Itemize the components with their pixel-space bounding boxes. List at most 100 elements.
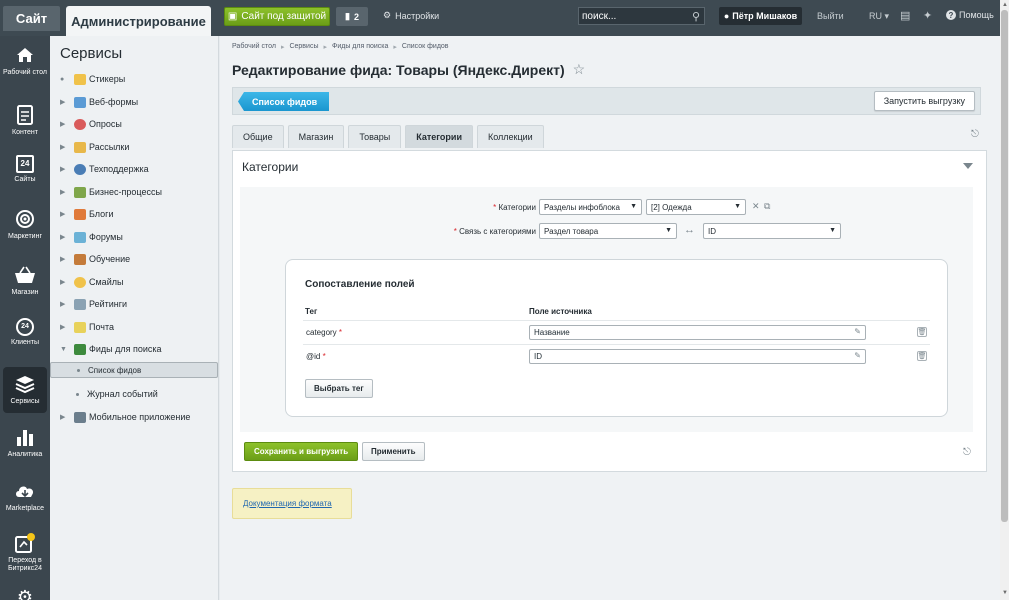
feed-list-button[interactable]: Список фидов bbox=[238, 92, 330, 111]
save-and-export-button[interactable]: Сохранить и выгрузить bbox=[244, 442, 359, 461]
settings-link[interactable]: ⚙ Настройки bbox=[383, 10, 439, 21]
rail-item-desktop[interactable]: Рабочий стол bbox=[0, 44, 50, 77]
categories-value-select[interactable]: [2] Одежда ▼ bbox=[646, 199, 746, 215]
categories-source-value: Разделы инфоблока bbox=[544, 202, 620, 212]
categories-source-select[interactable]: Разделы инфоблока ▼ bbox=[539, 199, 642, 215]
link-source-select[interactable]: Раздел товара ▼ bbox=[539, 223, 677, 239]
apply-button[interactable]: Применить bbox=[362, 442, 425, 461]
scroll-thumb[interactable] bbox=[1001, 10, 1008, 522]
admin-tab[interactable]: Администрирование bbox=[66, 6, 211, 36]
breadcrumb-item[interactable]: Сервисы bbox=[289, 43, 318, 51]
sidebar-item-support[interactable]: ▶ Техподдержка bbox=[50, 159, 218, 179]
collapse-icon[interactable] bbox=[963, 163, 973, 169]
main-content: Рабочий стол ▸ Сервисы ▸ Фиды для поиска… bbox=[220, 36, 1000, 600]
tab-general[interactable]: Общие bbox=[232, 125, 284, 148]
site-protected-button[interactable]: ▣ Сайт под защитой bbox=[224, 7, 330, 26]
user-button[interactable]: ● Пётр Мишаков bbox=[719, 7, 802, 25]
breadcrumb-item[interactable]: Фиды для поиска bbox=[332, 43, 388, 51]
sidebar-item-mailings[interactable]: ▶ Рассылки bbox=[50, 137, 218, 157]
bitrix24-icon bbox=[14, 532, 36, 554]
tab-products[interactable]: Товары bbox=[348, 125, 402, 148]
rail-item-services[interactable]: Сервисы bbox=[3, 367, 47, 413]
breadcrumb-item[interactable]: Список фидов bbox=[402, 43, 449, 51]
expand-arrow-icon[interactable]: ▶ bbox=[60, 278, 74, 286]
sidebar-item-forums[interactable]: ▶ Форумы bbox=[50, 227, 218, 247]
rail-item-bitrix24[interactable]: Переход в Битрикс24 bbox=[0, 532, 50, 573]
rail-item-settings[interactable]: ⚙ bbox=[0, 586, 50, 600]
source-field-input[interactable]: Название ✎ bbox=[529, 325, 866, 340]
sidebar-item-label: Список фидов bbox=[88, 365, 142, 375]
sidebar-item-smiles[interactable]: ▶ Смайлы bbox=[50, 272, 218, 292]
clear-icon[interactable]: ✕ bbox=[752, 201, 760, 212]
help-link[interactable]: ? Помощь bbox=[946, 10, 994, 20]
breadcrumb-item[interactable]: Рабочий стол bbox=[232, 43, 276, 51]
rail-item-content[interactable]: Контент bbox=[0, 104, 50, 137]
pin-icon[interactable]: ⎋ bbox=[971, 129, 979, 140]
star-icon[interactable]: ☆ bbox=[573, 61, 586, 78]
sidebar-item-stickers[interactable]: ● Стикеры bbox=[50, 69, 218, 89]
scroll-down-icon[interactable]: ▼ bbox=[1002, 590, 1008, 596]
expand-arrow-icon[interactable]: ▶ bbox=[60, 143, 74, 151]
search-input[interactable]: поиск... ⚲ bbox=[578, 7, 705, 25]
sidebar-item-ratings[interactable]: ▶ Рейтинги bbox=[50, 294, 218, 314]
search-placeholder: поиск... bbox=[582, 10, 617, 22]
expand-arrow-icon[interactable]: ● bbox=[60, 76, 74, 83]
sidebar-item-webforms[interactable]: ▶ Веб-формы bbox=[50, 92, 218, 112]
expand-arrow-icon[interactable]: ▶ bbox=[60, 188, 74, 196]
expand-arrow-icon[interactable]: ▶ bbox=[60, 300, 74, 308]
notifications-button[interactable]: ▮ 2 bbox=[336, 7, 368, 26]
rail-item-analytics[interactable]: Аналитика bbox=[0, 426, 50, 459]
source-field-input[interactable]: ID ✎ bbox=[529, 349, 866, 364]
delete-icon[interactable]: 🗑 bbox=[917, 351, 927, 361]
sidebar-item-mobile-app[interactable]: ▶ Мобильное приложение bbox=[50, 407, 218, 427]
breadcrumb-separator-icon: ▸ bbox=[393, 44, 397, 51]
window-icon[interactable]: ▤ bbox=[900, 9, 910, 22]
rail-label: Контент bbox=[12, 129, 38, 136]
shield-icon: ▣ bbox=[227, 11, 238, 22]
language-label: RU bbox=[869, 11, 882, 21]
expand-arrow-icon[interactable]: ▶ bbox=[60, 98, 74, 106]
vertical-scrollbar[interactable]: ▲ ▼ bbox=[1000, 0, 1009, 600]
pin-icon[interactable]: ✦ bbox=[923, 9, 932, 22]
sidebar-item-search-feeds[interactable]: ▼ Фиды для поиска bbox=[50, 339, 218, 359]
run-export-button[interactable]: Запустить выгрузку bbox=[873, 91, 975, 111]
choose-tag-button[interactable]: Выбрать тег bbox=[305, 379, 373, 398]
document-icon bbox=[14, 104, 36, 126]
rail-item-marketing[interactable]: Маркетинг bbox=[0, 208, 50, 241]
language-switch[interactable]: RU ▾ bbox=[869, 11, 889, 22]
copy-icon[interactable]: ⧉ bbox=[764, 201, 770, 212]
expand-arrow-icon[interactable]: ▶ bbox=[60, 210, 74, 218]
tab-shop[interactable]: Магазин bbox=[287, 125, 345, 148]
format-docs-link[interactable]: Документация формата bbox=[243, 499, 332, 508]
tab-collections[interactable]: Коллекции bbox=[477, 125, 544, 148]
tab-categories[interactable]: Категории bbox=[405, 125, 473, 148]
expand-arrow-icon[interactable]: ▶ bbox=[60, 323, 74, 331]
rail-item-clients[interactable]: 24 Клиенты bbox=[0, 318, 50, 347]
link-value-select[interactable]: ID ▼ bbox=[703, 223, 841, 239]
expand-arrow-icon[interactable]: ▶ bbox=[60, 255, 74, 263]
sidebar-item-bizproc[interactable]: ▶ Бизнес-процессы bbox=[50, 182, 218, 202]
sidebar-item-event-log[interactable]: Журнал событий bbox=[50, 384, 218, 404]
rail-item-shop[interactable]: Магазин bbox=[0, 264, 50, 297]
expand-arrow-icon[interactable]: ▶ bbox=[60, 165, 74, 173]
expand-arrow-icon[interactable]: ▶ bbox=[60, 120, 74, 128]
site-tab[interactable]: Сайт bbox=[3, 6, 60, 31]
link-arrows-icon: ↔ bbox=[684, 224, 695, 236]
expand-arrow-icon[interactable]: ▶ bbox=[60, 233, 74, 241]
expand-arrow-icon[interactable]: ▶ bbox=[60, 413, 74, 421]
collapse-arrow-icon[interactable]: ▼ bbox=[60, 346, 74, 353]
scroll-up-icon[interactable]: ▲ bbox=[1002, 2, 1008, 8]
sidebar-item-mail[interactable]: ▶ Почта bbox=[50, 317, 218, 337]
delete-icon[interactable]: 🗑 bbox=[917, 327, 927, 337]
sidebar-item-blogs[interactable]: ▶ Блоги bbox=[50, 204, 218, 224]
pin-icon[interactable]: ⎋ bbox=[963, 447, 971, 458]
search-icon[interactable]: ⚲ bbox=[692, 10, 700, 23]
rail-item-marketplace[interactable]: Marketplace bbox=[0, 480, 50, 513]
sidebar-item-feed-list[interactable]: Список фидов bbox=[50, 362, 218, 378]
rail-item-sites[interactable]: 24 Сайты bbox=[0, 155, 50, 184]
sidebar-item-label: Смайлы bbox=[89, 277, 124, 287]
sidebar-item-learning[interactable]: ▶ Обучение bbox=[50, 249, 218, 269]
logout-link[interactable]: Выйти bbox=[817, 11, 844, 21]
source-field-value: Название bbox=[534, 328, 570, 337]
sidebar-item-polls[interactable]: ▶ Опросы bbox=[50, 114, 218, 134]
